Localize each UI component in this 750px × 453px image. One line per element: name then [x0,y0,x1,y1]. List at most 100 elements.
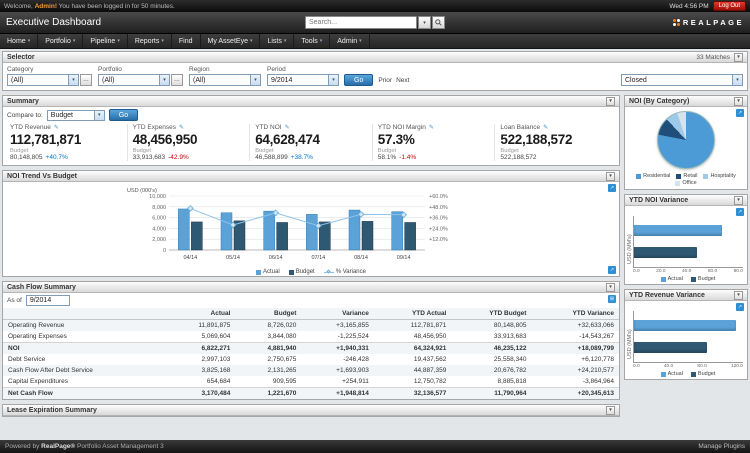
table-row: Debt Service2,997,1032,750,675-246,42819… [3,354,619,365]
menu-item-reports[interactable]: Reports▾ [128,34,172,48]
row-label: Operating Expenses [3,331,164,343]
region-select[interactable]: (All)▾ [189,74,261,86]
export-icon[interactable]: ⊞ [608,295,616,303]
field-label: Region [189,66,261,73]
compare-to-select[interactable]: Budget ▾ [47,110,105,121]
select-value: (All) [99,77,159,84]
table-cell: -1,225,524 [301,331,373,343]
collapse-icon[interactable]: ▾ [734,196,743,205]
legend-label: Actual [668,276,683,282]
kpi-loan-balance: Loan Balance✎522,188,572Budget522,188,57… [495,124,617,161]
table-row: Operating Expenses5,069,6043,844,080-1,2… [3,331,619,343]
chevron-down-icon: ▾ [117,38,120,44]
column-header: Budget [235,308,301,320]
category-select[interactable]: (All)▾ [7,74,79,86]
menu-item-pipeline[interactable]: Pipeline▾ [83,34,127,48]
edit-icon[interactable]: ✎ [429,124,434,131]
legend-item-actual: Actual [661,371,683,377]
collapse-icon[interactable]: ▾ [606,172,615,181]
legend-item-budget: Budget [691,276,715,282]
noi-trend-panel-header: NOI Trend Vs Budget ▾ [3,171,619,182]
bar-budget [634,247,697,258]
menu-item-my-asseteye[interactable]: My AssetEye▾ [201,34,261,48]
menu-item-admin[interactable]: Admin▾ [330,34,369,48]
search-input[interactable] [305,16,417,29]
menu-item-home[interactable]: Home▾ [0,34,38,48]
pie-chart [657,111,715,169]
select-value: (All) [190,77,250,84]
panel-title: Cash Flow Summary [7,284,76,291]
next-link[interactable]: Next [396,77,409,84]
collapse-icon[interactable]: ▾ [606,97,615,106]
edit-icon[interactable]: ✎ [54,124,59,131]
chevron-down-icon: ▾ [159,75,169,85]
noi-by-category-panel-header: NOI (By Category) ▾ [625,96,747,107]
username: Admin! [35,3,57,10]
legend-swatch [661,372,666,377]
selector-field-period: Period9/2014▾ [267,66,339,86]
svg-text:+60.0%: +60.0% [429,194,448,200]
collapse-icon[interactable]: ▾ [734,53,743,62]
search-scope-button[interactable]: ▾ [418,16,431,29]
collapse-icon[interactable]: ▾ [734,291,743,300]
hbar-axis-ticks: 0.020.040.060.080.0 [633,269,743,274]
axis-tick: 60.0 [708,269,717,274]
search-button[interactable] [432,16,445,29]
collapse-icon[interactable]: ▾ [606,406,615,415]
summary-go-button[interactable]: Go [109,109,138,121]
closed-select-value: Closed [622,77,732,84]
logout-button[interactable]: Log Out [713,1,746,11]
edit-icon[interactable]: ✎ [179,124,184,131]
menu-item-label: Pipeline [90,38,115,45]
selector-go-button[interactable]: Go [344,74,373,86]
noi-by-category-panel: NOI (By Category) ▾ ↗ ResidentialRetailH… [624,95,748,190]
ytd-noi-variance-panel: YTD NOI Variance ▾ ↗ USD (MM's) 0.020.04… [624,194,748,285]
export-icon[interactable]: ↗ [736,109,744,117]
realpage-logo-text: REALPAGE [683,18,744,27]
collapse-icon[interactable]: ▾ [734,97,743,106]
manage-plugins-link[interactable]: Manage Plugins [698,443,745,450]
field-label: Portfolio [98,66,183,73]
as-of-value: 9/2014 [30,297,51,304]
svg-text:09/14: 09/14 [397,255,411,261]
table-cell: 654,684 [164,376,235,388]
table-row: Cash Flow After Debt Service3,825,1682,1… [3,365,619,376]
search-area: ▾ [216,16,534,29]
picker-button[interactable]: … [80,74,92,86]
lease-expiration-panel: Lease Expiration Summary ▾ [2,404,620,417]
table-cell: 112,781,871 [374,320,451,332]
export-icon[interactable]: ↗ [608,184,616,192]
menu-item-portfolio[interactable]: Portfolio▾ [38,34,83,48]
hbar-row-actual [634,320,743,332]
hbar-row-budget [634,246,743,258]
menu-item-label: My AssetEye [208,38,248,45]
noi-trend-chart: ↗ 02,0004,0006,0008,00010,000+12.0%+24.0… [3,182,619,276]
table-cell: +18,089,799 [531,343,619,355]
collapse-icon[interactable]: ▾ [606,283,615,292]
cash-flow-panel-header: Cash Flow Summary ▾ [3,282,619,293]
powered-suffix: Portfolio Asset Management 3 [75,443,164,450]
kpi-budget-line: 46,588,899+38.7% [255,154,367,161]
picker-button[interactable]: … [171,74,183,86]
as-of-input[interactable]: 9/2014 [26,295,70,306]
table-cell: 64,324,921 [374,343,451,355]
export-icon[interactable]: ↗ [736,208,744,216]
variance-line-swatch [324,272,334,273]
kpi-label-row: YTD Revenue✎ [10,124,122,131]
export-icon[interactable]: ↗ [608,266,616,274]
edit-icon[interactable]: ✎ [543,124,548,131]
closed-select[interactable]: Closed ▾ [621,74,743,86]
portfolio-select[interactable]: (All)▾ [98,74,170,86]
hbar-axis-ticks: 0.040.080.0120.0 [633,364,743,369]
edit-icon[interactable]: ✎ [285,124,290,131]
menu-item-lists[interactable]: Lists▾ [260,34,294,48]
kpi-ytd-noi-margin: YTD NOI Margin✎57.3%Budget58.1%-1.4% [373,124,496,161]
prior-link[interactable]: Prior [378,77,392,84]
menu-item-tools[interactable]: Tools▾ [294,34,330,48]
menu-item-find[interactable]: Find [172,34,201,48]
export-icon[interactable]: ↗ [736,303,744,311]
hbar-plot [633,216,743,268]
period-select[interactable]: 9/2014▾ [267,74,339,86]
svg-text:+24.0%: +24.0% [429,226,448,232]
table-cell: 6,822,271 [164,343,235,355]
